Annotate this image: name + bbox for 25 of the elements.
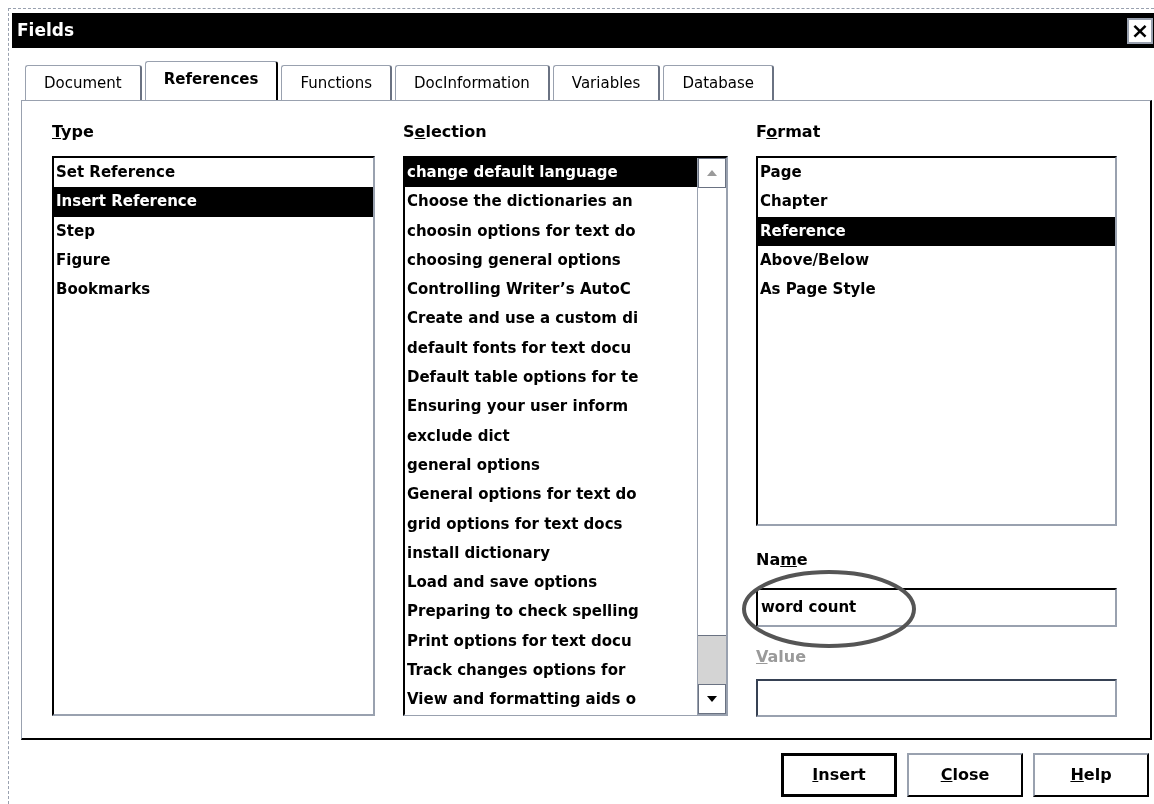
scroll-arrow-button[interactable]: [698, 684, 726, 714]
down-arrow-icon: [706, 695, 718, 703]
tab[interactable]: Database: [663, 65, 774, 100]
tab[interactable]: References: [144, 61, 279, 100]
tab[interactable]: DocInformation: [395, 65, 550, 100]
tab[interactable]: Functions: [281, 65, 392, 100]
field-label: Format: [756, 121, 821, 143]
dialog-button[interactable]: Help: [1033, 753, 1149, 797]
field-label: Value: [756, 646, 807, 668]
field-label: Type: [52, 121, 94, 143]
tab[interactable]: Variables: [552, 65, 661, 100]
list-item[interactable]: change default language: [405, 158, 697, 188]
dialog-button[interactable]: Close: [907, 753, 1023, 797]
scroll-thumb[interactable]: [698, 635, 726, 684]
dialog-button[interactable]: Insert: [781, 753, 897, 797]
field-label: Name: [756, 549, 808, 571]
up-arrow-icon: [706, 169, 718, 177]
list-item[interactable]: Insert Reference: [54, 187, 373, 217]
close-button[interactable]: ×: [1127, 17, 1153, 44]
name-field[interactable]: word count: [756, 588, 1117, 627]
field-label: Selection: [403, 121, 487, 143]
scrollbar[interactable]: [697, 158, 726, 714]
tab[interactable]: Document: [25, 65, 142, 100]
window-title: Fields: [17, 18, 75, 42]
list-item[interactable]: Reference: [758, 216, 1115, 246]
